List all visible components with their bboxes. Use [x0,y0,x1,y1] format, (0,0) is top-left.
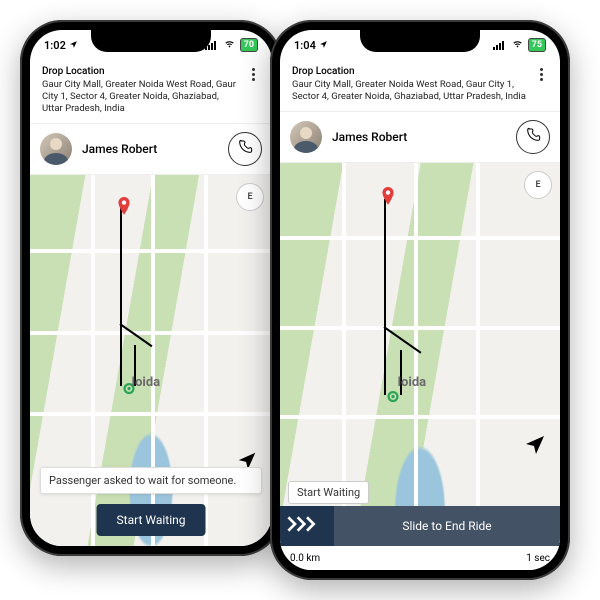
passenger-row: James Robert [30,124,272,175]
status-time: 1:02 [44,39,66,52]
passenger-name: James Robert [82,142,157,156]
passenger-row: James Robert [280,112,560,163]
phone-device-left: 1:02 70 Drop Location Gaur City Mall, [20,20,282,556]
wifi-icon [511,39,524,52]
map-city-label: loida [398,375,427,390]
drop-location-label: Drop Location [292,66,526,77]
drop-location-label: Drop Location [42,66,238,77]
phone-device-right: 1:04 75 Drop Location Gaur City Mall, [270,20,570,580]
avatar[interactable] [290,121,322,153]
drop-location-section: Drop Location Gaur City Mall, Greater No… [30,60,272,124]
chevron-right-icon [287,514,327,538]
slide-handle[interactable] [280,506,334,546]
locate-me-icon[interactable] [520,430,550,460]
route-line [120,208,122,386]
drop-pin-icon [381,187,395,211]
phone-icon [525,127,541,147]
slide-label: Slide to End Ride [334,519,560,533]
call-button[interactable] [516,120,550,154]
more-options-icon[interactable] [246,66,260,81]
passenger-message: Passenger asked to wait for someone. [40,467,262,494]
drop-location-section: Drop Location Gaur City Mall, Greater No… [280,60,560,112]
map-view[interactable]: loida E Start Waiting Slide to End Ride … [280,163,560,570]
battery-icon: 75 [528,38,546,52]
call-button[interactable] [228,132,262,166]
pickup-pin-icon [386,391,400,415]
map-city-label: loida [132,375,161,390]
start-waiting-badge[interactable]: Start Waiting [288,481,369,504]
map-view[interactable]: loida E Passenger asked to wait for some… [30,175,272,546]
passenger-name: James Robert [332,130,407,144]
screen-right: 1:04 75 Drop Location Gaur City Mall, [280,30,560,570]
device-notch [91,30,211,52]
compass-icon[interactable]: E [524,171,552,199]
location-arrow-icon [69,39,78,52]
trip-duration: 1 sec [526,553,550,564]
trip-footer: 0.0 km 1 sec [280,546,560,570]
phone-icon [237,139,253,159]
start-waiting-button[interactable]: Start Waiting [97,504,206,536]
screen-left: 1:02 70 Drop Location Gaur City Mall, [30,30,272,546]
route-line [384,199,386,394]
trip-distance: 0.0 km [290,553,320,564]
location-arrow-icon [319,39,328,52]
drop-pin-icon [117,197,131,221]
battery-icon: 70 [240,38,258,52]
wifi-icon [223,39,236,52]
drop-location-address: Gaur City Mall, Greater Noida West Road,… [292,79,526,103]
drop-location-address: Gaur City Mall, Greater Noida West Road,… [42,79,238,115]
signal-icon [493,40,507,50]
avatar[interactable] [40,133,72,165]
slide-to-end-bar[interactable]: Slide to End Ride [280,506,560,546]
status-time: 1:04 [294,39,316,52]
compass-icon[interactable]: E [236,183,264,211]
more-options-icon[interactable] [534,66,548,81]
device-notch [360,30,480,52]
